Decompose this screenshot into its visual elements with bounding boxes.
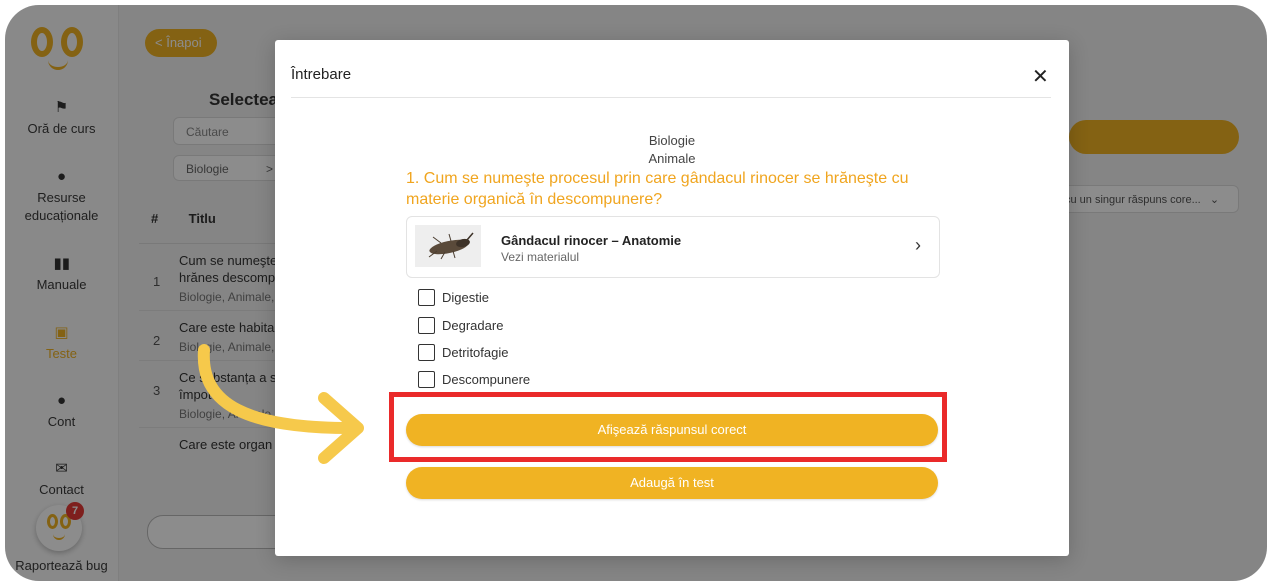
answer-label: Descompunere: [442, 372, 531, 387]
close-icon[interactable]: ✕: [1032, 64, 1049, 89]
question-text: 1. Cum se numeşte procesul prin care gân…: [406, 170, 909, 208]
answer-label: Digestie: [442, 290, 489, 305]
beetle-image-icon: [415, 225, 481, 267]
answer-label: Degradare: [442, 318, 504, 333]
beetle-thumbnail: [415, 225, 481, 267]
highlight-box: [389, 392, 947, 462]
answer-checkbox[interactable]: [418, 371, 435, 388]
answer-checkbox[interactable]: [418, 344, 435, 361]
modal-divider: [291, 97, 1051, 98]
material-link-label: Vezi materialul: [501, 250, 580, 264]
chevron-right-icon: ›: [915, 235, 921, 255]
answer-label: Detritofagie: [442, 345, 509, 360]
breadcrumb-subject: Biologie: [648, 133, 696, 148]
question-modal: Întrebare ✕ Biologie Animale 1. Cum se n…: [275, 40, 1069, 556]
modal-title: Întrebare: [291, 66, 352, 83]
pointer-arrow-icon: [197, 344, 364, 464]
material-card[interactable]: Gândacul rinocer – Anatomie Vezi materia…: [406, 216, 940, 278]
add-to-test-button[interactable]: Adaugă în test: [406, 467, 938, 499]
material-title: Gândacul rinocer – Anatomie: [501, 233, 682, 248]
answer-checkbox[interactable]: [418, 289, 435, 306]
breadcrumb-topic: Animale: [648, 151, 696, 166]
answer-checkbox[interactable]: [418, 317, 435, 334]
